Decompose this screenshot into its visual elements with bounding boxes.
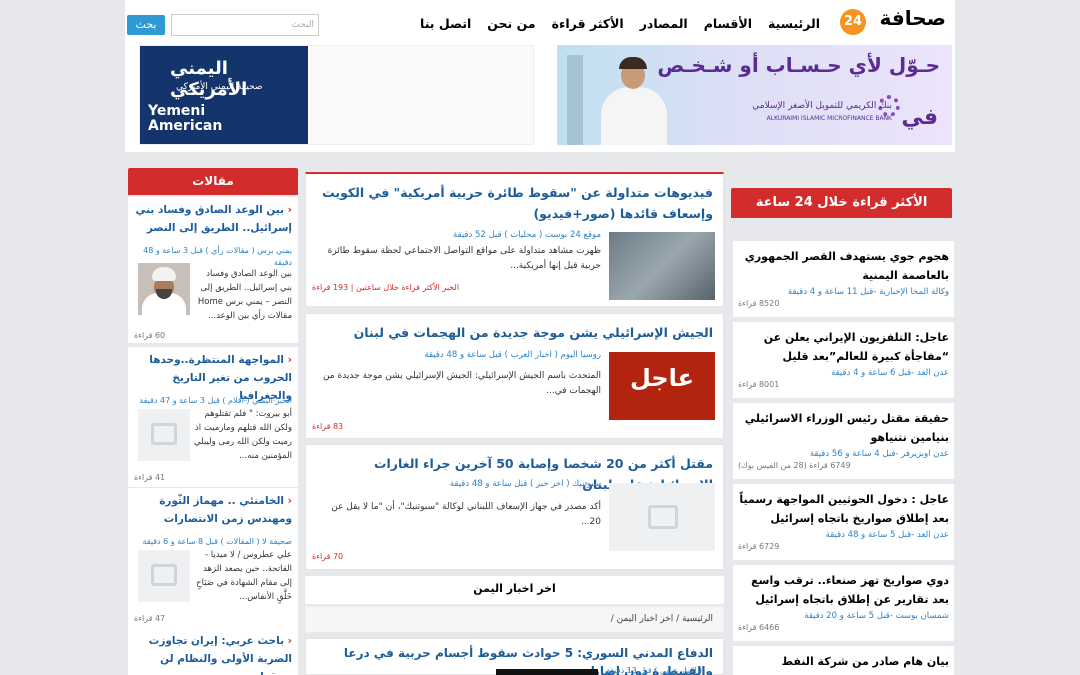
article-thumbnail[interactable] [609,232,715,300]
opinion-title[interactable]: بين الوعد الصادق وفساد بني إسرائيل.. الط… [134,201,292,237]
nav-home[interactable]: الرئيسية [768,16,820,31]
author-photo [138,263,190,315]
articles-column: مقالات [128,168,298,195]
most-read-item[interactable]: عاجل : دخول الحوثيين المواجهة رسمياً بعد… [733,484,954,560]
most-read-item[interactable]: حقيقة مقتل رئيس الوزراء الاسرائيلي بنيام… [733,403,954,479]
opinion-excerpt: بين الوعد الصادق وفساد بني إسرائيل.. الط… [197,269,292,321]
opinion-item[interactable]: الخامنئي .. مهماز الثّورة ومهندس زمن الا… [128,488,298,628]
image-placeholder-icon [648,505,678,529]
opinion-title[interactable]: باحث عربي: إيران تجاوزت الضربة الأولى وا… [134,632,292,675]
article-excerpt: ظهرت مشاهد متداولة على مواقع التواصل الا… [327,246,601,271]
nav-contact[interactable]: اتصل بنا [420,16,471,31]
article-meta[interactable]: ( اخبار عربي ) قبل 13 دقيقة [606,666,702,675]
news-article[interactable]: مقتل أكثر من 20 شخصا وإصابة 50 آخرين جرا… [305,444,724,570]
ad-word: في [901,105,938,130]
article-title[interactable]: فيديوهات متداولة عن "سقوط طائرة حربية أم… [318,182,713,224]
bank-name-en: ALKURAIMI ISLAMIC MICROFINANCE BANK [766,115,892,122]
bank-name-ar: بنك الكريمي للتمويل الأصغر الإسلامي [752,101,892,111]
nav-sources[interactable]: المصادر [640,16,688,31]
nav-sections[interactable]: الأقسام [704,16,752,31]
most-read-item[interactable]: دوي صواريخ تهز صنعاء.. ترقب واسع بعد تقا… [733,565,954,641]
ad-yemeni-american[interactable]: اليمني الأمريكي صحيفة اليمني الأميركي Ye… [139,45,534,145]
most-read-column: الأكثر قراءة خلال 24 ساعة [731,188,952,218]
breadcrumb[interactable]: الرئيسية / اخر اخبار اليمن / [305,606,724,633]
article-read-count: 70 قراءة [312,552,344,561]
site-logo[interactable]: 24 صحافة [828,6,952,38]
ad-left-blank [310,46,533,144]
article-read-count: 83 قراءة [312,422,344,431]
ad-left-script: اليمني الأمريكي [170,58,248,100]
most-read-item[interactable]: بيان هام صادر من شركة النفط بالعاصمة صنع… [733,646,954,675]
opinion-item[interactable]: باحث عربي: إيران تجاوزت الضربة الأولى وا… [128,628,298,675]
ad-left-sub: صحيفة اليمني الأميركي [176,82,263,92]
opinion-read-count: 47 قراءة [134,614,166,623]
opinion-item[interactable]: بين الوعد الصادق وفساد بني إسرائيل.. الط… [128,197,298,343]
opinion-excerpt: علي عطروس / لا ميديا - الفاتحة.. حين يصع… [196,550,292,602]
main-nav: الرئيسية الأقسام المصادر الأكثر قراءة من… [420,16,820,31]
opinion-meta[interactable]: الخبر اليمني ( أقلام ) قبل 3 ساعة و 47 د… [134,395,292,407]
opinion-read-count: 60 قراءة [134,331,166,340]
article-meta[interactable]: روسيا اليوم ( اخبار العرب ) قبل ساعة و 4… [424,350,601,360]
tower-image [567,55,583,145]
logo-badge: 24 [840,9,866,35]
ad-slogan: حـوّل لأي حـسـاب أو شـخـص [657,53,940,77]
logo-text: صحافة [879,6,946,30]
article-meta[interactable]: موقع 24 بوست ( محليات ) قبل 52 دقيقة [453,230,601,240]
most-read-item[interactable]: عاجل: التلفزيون الإيراني يعلن عن “مفاجأة… [733,322,954,398]
most-read-header: الأكثر قراءة خلال 24 ساعة [731,188,952,218]
news-article[interactable]: فيديوهات متداولة عن "سقوط طائرة حربية أم… [305,172,724,307]
article-title[interactable]: الجيش الإسرائيلي يشن موجة جديدة من الهجم… [318,322,713,343]
article-thumbnail[interactable] [609,483,715,551]
opinion-thumbnail [138,409,190,461]
opinion-thumbnail [138,550,190,602]
article-read-count: الخبر الأكثر قراءة خلال ساعتين | 193 قرا… [312,283,460,292]
ad-kuraimi-bank[interactable]: حـوّل لأي حـسـاب أو شـخـص في بنك الكريمي… [557,45,952,145]
article-thumbnail[interactable] [496,669,598,675]
news-article[interactable]: الجيش الإسرائيلي يشن موجة جديدة من الهجم… [305,313,724,439]
news-article[interactable]: الدفاع المدني السوري: 5 حوادث سقوط أجسام… [305,638,724,675]
nav-most-read[interactable]: الأكثر قراءة [552,16,624,31]
urgent-thumbnail[interactable]: عاجل [609,352,715,420]
top-header: 24 صحافة الرئيسية الأقسام المصادر الأكثر… [125,0,955,40]
yemen-news-title: اخر اخبار اليمن [305,576,724,604]
opinion-read-count: 41 قراءة [134,473,166,482]
search-input[interactable] [171,14,319,36]
opinion-item[interactable]: المواجهة المنتظرة..وحدها الحروب من تغير … [128,347,298,487]
nav-about[interactable]: من نحن [487,16,535,31]
article-excerpt: أكد مصدر في جهاز الإسعاف اللبناني لوكالة… [331,502,601,527]
opinion-meta[interactable]: صحيفة لا ( المقالات ) قبل 8 ساعة و 6 دقي… [134,536,292,548]
search-button[interactable]: بحث [127,15,165,35]
article-excerpt: المتحدث باسم الجيش الإسرائيلي: الجيش الإ… [322,371,601,396]
ad-left-name: Yemeni American [148,103,223,134]
ad-bar: اليمني الأمريكي صحيفة اليمني الأميركي Ye… [125,40,955,152]
image-placeholder-icon [151,423,177,445]
articles-header: مقالات [128,168,298,195]
opinion-title[interactable]: الخامنئي .. مهماز الثّورة ومهندس زمن الا… [134,492,292,528]
article-meta[interactable]: سبوتنيك ( اخر خبر ) قبل ساعة و 48 دقيقة [450,479,601,489]
opinion-excerpt: أبو بيروت: " فلم تقتلوهم ولكن الله قتلهم… [193,409,292,461]
urgent-label: عاجل [629,364,695,392]
most-read-item[interactable]: هجوم جوي يستهدف القصر الجمهوري بالعاصمة … [733,241,954,317]
image-placeholder-icon [151,564,177,586]
ad-left-panel: اليمني الأمريكي صحيفة اليمني الأميركي Ye… [140,46,308,144]
